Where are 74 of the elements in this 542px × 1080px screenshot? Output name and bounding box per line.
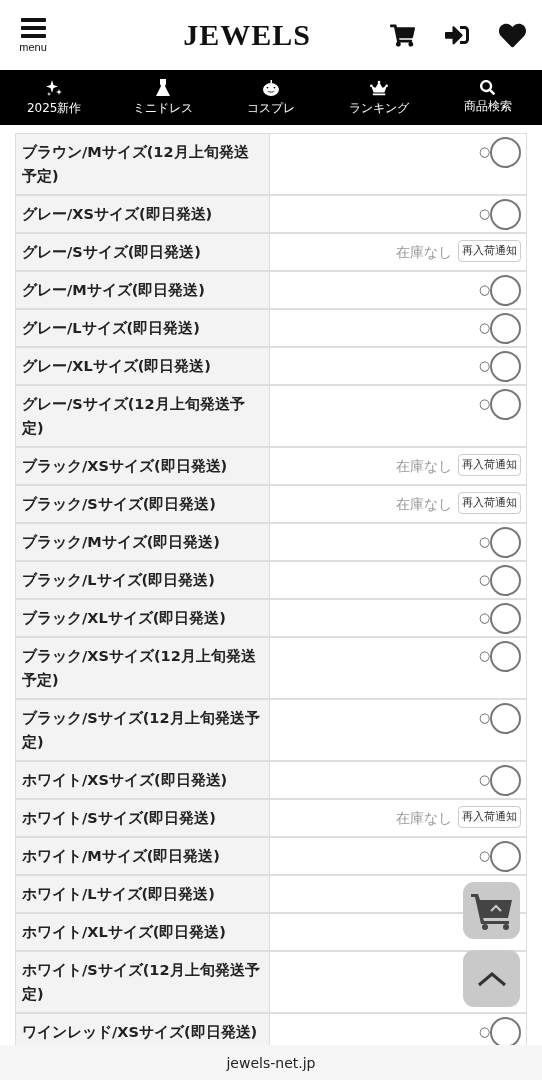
scroll-top-button[interactable]: [463, 950, 520, 1007]
nav-link[interactable]: ミニドレス: [108, 70, 217, 125]
radio-button[interactable]: [490, 641, 521, 672]
variant-label: ブラック/Sサイズ(即日発送): [16, 486, 270, 522]
radio-button[interactable]: [490, 351, 521, 382]
availability-mark: ○: [478, 571, 490, 589]
availability-mark: ○: [478, 847, 490, 865]
radio-button[interactable]: [490, 565, 521, 596]
variant-label: ブラック/XLサイズ(即日発送): [16, 600, 270, 636]
chevron-up-icon: [476, 970, 507, 987]
radio-button[interactable]: [490, 313, 521, 344]
cart-icon[interactable]: [390, 22, 415, 48]
radio-button[interactable]: [490, 389, 521, 420]
nav-link[interactable]: 商品検索: [433, 70, 542, 125]
restock-notify-button[interactable]: 再入荷通知: [458, 240, 521, 262]
variant-label: グレー/XSサイズ(即日発送): [16, 196, 270, 232]
availability-mark: ○: [478, 609, 490, 627]
variant-label: ブラック/Mサイズ(即日発送): [16, 524, 270, 560]
login-icon[interactable]: [445, 23, 469, 47]
variant-label: グレー/XLサイズ(即日発送): [16, 348, 270, 384]
variant-label: ブラック/XSサイズ(即日発送): [16, 448, 270, 484]
restock-notify-button[interactable]: 再入荷通知: [458, 806, 521, 828]
availability-mark: ○: [478, 281, 490, 299]
restock-notify-button[interactable]: 再入荷通知: [458, 454, 521, 476]
crown-icon: [370, 78, 389, 97]
variant-label: ブラック/Lサイズ(即日発送): [16, 562, 270, 598]
availability-mark: ○: [478, 395, 490, 413]
variant-label: ホワイト/Lサイズ(即日発送): [16, 876, 270, 912]
radio-button[interactable]: [490, 841, 521, 872]
nav-link[interactable]: ランキング: [325, 70, 434, 125]
radio-button[interactable]: [490, 527, 521, 558]
availability-mark: ○: [478, 143, 490, 161]
heart-icon[interactable]: [499, 21, 526, 49]
nav-link[interactable]: コスプレ: [216, 70, 326, 125]
availability-mark: ○: [478, 709, 490, 727]
availability-mark: ○: [478, 357, 490, 375]
search-icon: [480, 80, 496, 95]
availability-mark: ○: [478, 771, 490, 789]
radio-button[interactable]: [490, 275, 521, 306]
nav-link[interactable]: 2025新作: [0, 70, 109, 125]
menu-button[interactable]: menu: [16, 17, 50, 53]
logo[interactable]: JEWELS: [50, 18, 390, 52]
variant-label: ブラウン/Mサイズ(12月上旬発送予定): [16, 134, 270, 194]
floating-cart-button[interactable]: [463, 882, 520, 939]
menu-icon: [20, 17, 46, 38]
dress-icon: [154, 78, 171, 97]
radio-button[interactable]: [490, 703, 521, 734]
availability-mark: ○: [478, 533, 490, 551]
stock-status: 在庫なし: [396, 243, 452, 262]
radio-button[interactable]: [490, 765, 521, 796]
radio-button[interactable]: [490, 199, 521, 230]
site-url: jewels-net.jp: [226, 1054, 316, 1071]
availability-mark: ○: [478, 1023, 490, 1041]
stock-status: 在庫なし: [396, 495, 452, 514]
stock-status: 在庫なし: [396, 457, 452, 476]
pumpkin-icon: [262, 78, 280, 97]
variant-label: ホワイト/Sサイズ(12月上旬発送予定): [16, 952, 270, 1012]
variant-label: グレー/Sサイズ(即日発送): [16, 234, 270, 270]
variant-label: ブラック/XSサイズ(12月上旬発送予定): [16, 638, 270, 698]
stock-status: 在庫なし: [396, 809, 452, 828]
variant-label: グレー/Mサイズ(即日発送): [16, 272, 270, 308]
availability-mark: ○: [478, 647, 490, 665]
variant-label: グレー/Sサイズ(12月上旬発送予定): [16, 386, 270, 446]
radio-button[interactable]: [490, 603, 521, 634]
variant-label: ブラック/Sサイズ(12月上旬発送予定): [16, 700, 270, 760]
restock-notify-button[interactable]: 再入荷通知: [458, 492, 521, 514]
availability-mark: ○: [478, 319, 490, 337]
radio-button[interactable]: [490, 137, 521, 168]
availability-mark: ○: [478, 205, 490, 223]
variant-label: ホワイト/Mサイズ(即日発送): [16, 838, 270, 874]
variant-label: ホワイト/XSサイズ(即日発送): [16, 762, 270, 798]
variant-label: グレー/Lサイズ(即日発送): [16, 310, 270, 346]
variant-label: ホワイト/Sサイズ(即日発送): [16, 800, 270, 836]
variant-label: ホワイト/XLサイズ(即日発送): [16, 914, 270, 950]
